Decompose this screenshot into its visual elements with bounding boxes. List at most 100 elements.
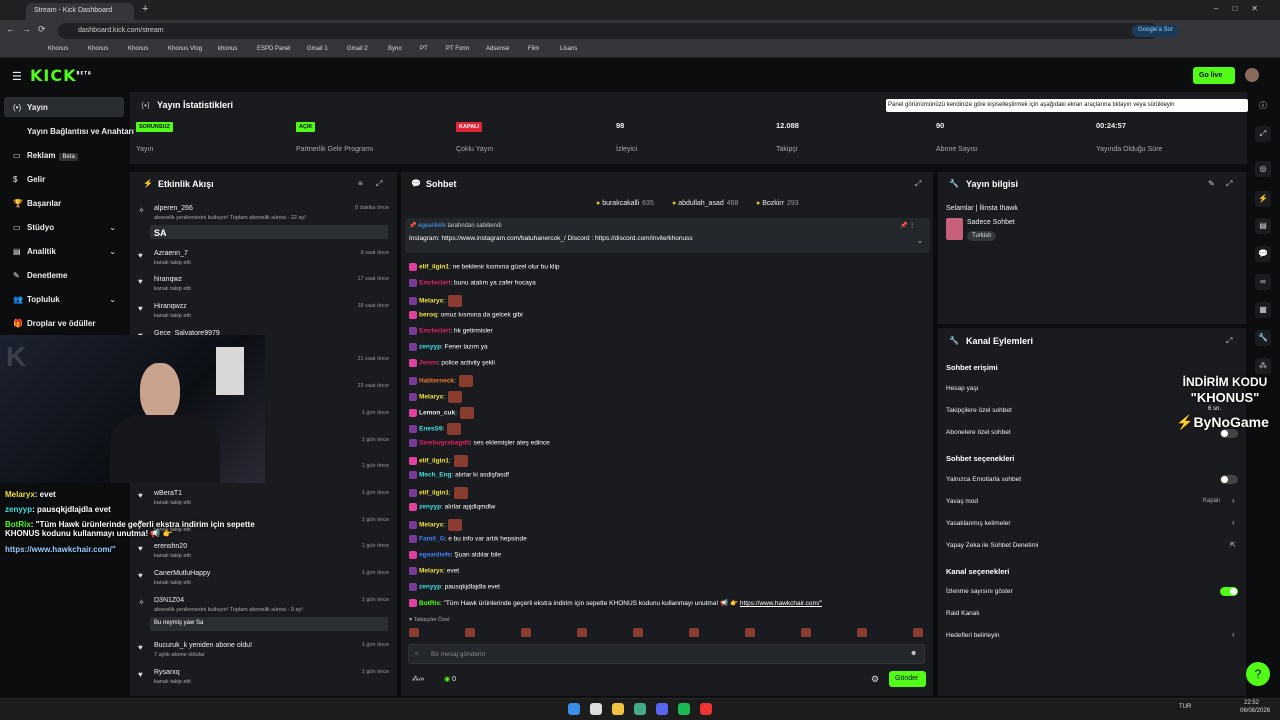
chevron-down-icon[interactable]: ⌄ [109, 247, 116, 256]
chat-popout-icon[interactable]: ⤢ [915, 179, 921, 189]
sidebar-item[interactable]: (•) Yayın [4, 97, 124, 117]
taskbar-app-icon[interactable] [612, 703, 624, 715]
chat-username[interactable]: Melaryx [419, 522, 443, 529]
bookmark-item[interactable]: Byno [388, 46, 402, 52]
browser-tab[interactable]: Stream - Kick Dashboard [26, 3, 134, 20]
chat-username[interactable]: elif_ilgin1 [419, 458, 449, 465]
show-viewers-option[interactable]: İzlenme sayısını göster [946, 588, 1013, 595]
kick-logo[interactable]: KICKBETA [30, 66, 92, 85]
emote-icon[interactable] [857, 628, 867, 637]
followers-only-option[interactable]: Takipçilere özel sohbet [946, 407, 1012, 414]
sidebar-item[interactable]: ▭ Reklam Beta [4, 145, 124, 165]
goals-chevron-icon[interactable]: › [1232, 630, 1235, 639]
emote-icon[interactable] [409, 628, 419, 637]
ask-google-pill[interactable]: Google'a Sor [1132, 25, 1179, 37]
camera-icon[interactable]: ◎ [1255, 161, 1271, 177]
top-gifter[interactable]: ● burakcakalli 635 [596, 200, 654, 207]
feed-item[interactable]: ♥ Hiranqwzz kanalı takip etti 18 saat önce [138, 303, 393, 329]
chat-username[interactable]: elif_ilgin1 [419, 264, 449, 271]
banned-words-option[interactable]: Yasaklanmış kelimeler [946, 520, 1011, 527]
sidebar-item[interactable]: $ Gelir [4, 169, 124, 189]
emote-icon[interactable] [521, 628, 531, 637]
chat-username[interactable]: Melaryx [419, 568, 443, 575]
points-icon[interactable]: ⁂ [1255, 358, 1271, 374]
sidebar-item[interactable]: 🏆 Başarılar [4, 193, 124, 213]
bookmark-item[interactable]: PT Form [446, 46, 469, 52]
chat-settings-icon[interactable]: ⚙ [871, 674, 879, 685]
bookmark-item[interactable]: Khonus Vlog [168, 46, 202, 52]
raid-option[interactable]: Raid Kanalı [946, 610, 980, 617]
feed-item[interactable]: ♥ Bucuruk_k yeniden abone oldu! 7 aylık ab… [138, 642, 393, 668]
emote-icon[interactable] [465, 628, 475, 637]
bookmark-item[interactable]: Film [528, 46, 539, 52]
feed-item[interactable]: ✧ alperen_266 abonelik yenilemesini kutluy… [138, 205, 393, 239]
bookmark-item[interactable]: Adsense [486, 46, 509, 52]
emoji-icon[interactable]: ☻ [910, 650, 917, 657]
slow-mode-chevron-icon[interactable]: › [1232, 496, 1235, 505]
info-icon[interactable]: ⓘ [1259, 100, 1267, 111]
bookmark-item[interactable]: PT [420, 46, 428, 52]
slow-mode-option[interactable]: Yavaş mod [946, 498, 978, 505]
sidebar-item[interactable]: Yayın Bağlantısı ve Anahtarı [4, 121, 134, 141]
chat-username[interactable]: Famil_G [419, 536, 445, 543]
chat-username[interactable]: zenyyp [419, 344, 441, 351]
sidebar-item[interactable]: 🎁 Droplar ve ödüller [4, 313, 124, 333]
bookmark-item[interactable]: khonus [218, 46, 237, 52]
chat-username[interactable]: beroq [419, 312, 437, 319]
new-tab-button[interactable]: + [142, 3, 148, 15]
feed-item[interactable]: ✧ D3N1Z04 abonelik yenilemesini kutluyor! … [138, 597, 393, 631]
chat-username[interactable]: Sinebugrabagdli [419, 440, 470, 447]
sidebar-item[interactable]: ▤ Analitik ⌄ [4, 241, 124, 261]
emote-icon[interactable] [577, 628, 587, 637]
taskbar-app-icon[interactable] [590, 703, 602, 715]
expand-icon[interactable]: ⤢ [1255, 126, 1271, 142]
chat-username[interactable]: Jenen [419, 360, 438, 367]
menu-icon[interactable]: ☰ [12, 70, 22, 83]
taskbar-app-icon[interactable] [656, 703, 668, 715]
chat-username[interactable]: BotRix [419, 600, 440, 607]
banned-words-chevron-icon[interactable]: › [1232, 518, 1235, 527]
chat-username[interactable]: Emrlecleri [419, 328, 450, 335]
emote-bar[interactable] [409, 628, 929, 638]
top-gifter[interactable]: ● Bozkirr 293 [756, 200, 799, 207]
url-field[interactable]: dashboard.kick.com/stream [58, 23, 1158, 39]
show-viewers-toggle[interactable] [1220, 587, 1238, 596]
bookmark-item[interactable]: Khonus [48, 46, 68, 52]
ai-moderation-option[interactable]: Yapay Zeka ile Sohbet Denetimi [946, 542, 1038, 549]
info-popout-icon[interactable]: ⤢ [1226, 179, 1232, 189]
feed-item[interactable]: ♥ Azraenn_7 kanalı takip etti 8 saat önce [138, 250, 393, 276]
external-link-icon[interactable]: ⇱ [1230, 541, 1236, 549]
sidebar-item[interactable]: 👥 Topluluk ⌄ [4, 289, 124, 309]
chat-icon[interactable]: 💬 [1255, 246, 1271, 262]
goals-option[interactable]: Hedefleri belirleyin [946, 632, 999, 639]
pin-icon[interactable]: 📌 ⋮ [900, 222, 915, 229]
emote-icon[interactable] [745, 628, 755, 637]
edit-icon[interactable]: ✎ [1208, 179, 1215, 188]
chat-username[interactable]: EnesS9 [419, 426, 443, 433]
sidebar-item[interactable]: ▭ Stüdyo ⌄ [4, 217, 124, 237]
taskbar-app-icon[interactable] [568, 703, 580, 715]
emote-icon[interactable] [633, 628, 643, 637]
chat-link[interactable]: https://www.hawkchair.com/" [740, 600, 822, 607]
page-icon[interactable]: ▤ [1255, 218, 1271, 234]
emotes-only-option[interactable]: Yalnızca Emotlarla sohbet [946, 476, 1021, 483]
filter-icon[interactable]: ≡ [358, 179, 363, 188]
top-gifter[interactable]: ● abdullah_asad 468 [672, 200, 738, 207]
taskbar-app-icon[interactable] [634, 703, 646, 715]
bolt-icon[interactable]: ⚡ [1255, 191, 1271, 207]
taskbar-app-icon[interactable] [678, 703, 690, 715]
subs-only-option[interactable]: Abonelere özel sohbet [946, 429, 1011, 436]
chevron-down-icon[interactable]: ⌄ [109, 223, 116, 232]
pinned-message[interactable]: 📌 egeanliefe tarafından sabitlendi Insta… [405, 218, 930, 253]
feed-item[interactable]: ♥ Rysarxq kanalı takip etti 1 gün önce [138, 669, 393, 695]
emote-icon[interactable] [801, 628, 811, 637]
go-live-button[interactable]: Go live [1193, 67, 1235, 84]
chat-username[interactable]: zenyyp [419, 584, 441, 591]
send-button[interactable]: Gönder [889, 671, 926, 687]
feed-item[interactable]: ♥ hiranqwz kanalı takip etti 17 saat önce [138, 276, 393, 302]
popout-icon[interactable]: ⤢ [376, 179, 382, 189]
chat-username[interactable]: Melaryx [419, 298, 443, 305]
avatar[interactable] [1245, 68, 1259, 82]
taskbar-app-icon[interactable] [700, 703, 712, 715]
bookmark-item[interactable]: Gmail 1 [307, 46, 328, 52]
